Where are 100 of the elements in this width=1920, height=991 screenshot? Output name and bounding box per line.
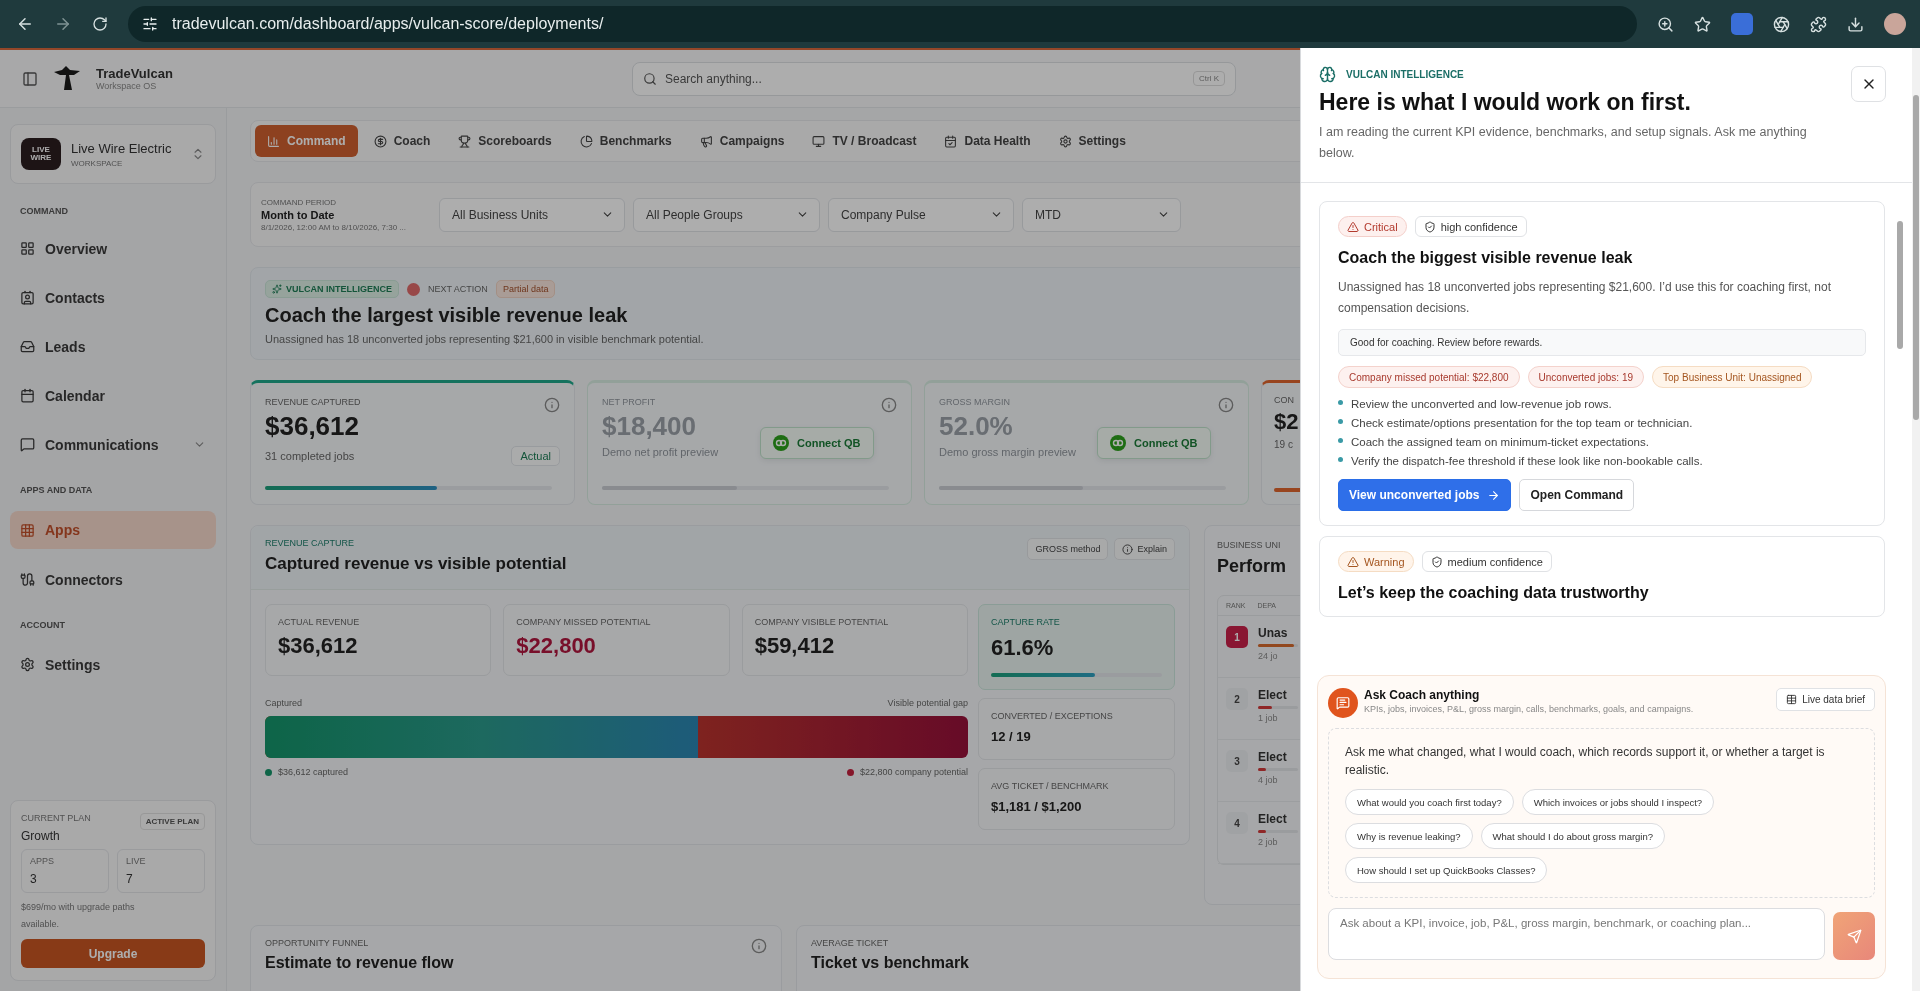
- bar-chart-icon: [267, 134, 280, 148]
- back-icon[interactable]: [16, 15, 34, 33]
- address-bar[interactable]: tradevulcan.com/dashboard/apps/vulcan-score/deployments/: [128, 6, 1637, 42]
- tab[interactable]: Scoreboards: [446, 125, 564, 157]
- scrollbar[interactable]: [1912, 48, 1920, 991]
- panel-eyebrow: BUSINESS UNI: [1217, 540, 1282, 550]
- warning-icon: [1347, 220, 1359, 233]
- download-icon[interactable]: [1847, 15, 1864, 33]
- sidebar-item[interactable]: Calendar: [10, 371, 216, 420]
- extension-icon[interactable]: [1731, 13, 1753, 35]
- card-title: Let’s keep the coaching data trustworthy: [1338, 584, 1650, 602]
- stat-value: 3: [30, 872, 38, 886]
- metric-label: CAPTURE RATE: [991, 617, 1061, 627]
- section-heading: APPS AND DATA: [19, 484, 94, 497]
- info-icon[interactable]: [1218, 397, 1234, 413]
- explain-button[interactable]: Explain: [1114, 538, 1175, 560]
- kpi-subtext: Demo net profit preview: [602, 446, 719, 458]
- evidence-chip: Top Business Unit: Unassigned: [1652, 366, 1813, 388]
- tab[interactable]: Coach: [361, 125, 443, 157]
- coach-subtitle: KPIs, jobs, invoices, P&L, gross margin, calls, benchmarks, goals, and campaigns.: [1364, 704, 1695, 714]
- grid-icon: [20, 522, 35, 538]
- card-eyebrow: AVERAGE TICKET: [811, 938, 890, 948]
- section-heading: ACCOUNT: [19, 619, 66, 632]
- sidebar-item[interactable]: Overview: [10, 224, 216, 273]
- star-icon[interactable]: [1694, 15, 1711, 33]
- tab[interactable]: Settings: [1046, 125, 1138, 157]
- rank-badge: 3: [1226, 750, 1248, 772]
- kpi-value: $2: [1274, 409, 1299, 435]
- bullet-dot: [1338, 399, 1343, 405]
- kpi-value: $18,400: [602, 411, 696, 442]
- period-range: 8/1/2026, 12:00 AM to 8/10/2026, 7:30 ...: [261, 222, 407, 232]
- connect-button[interactable]: Connect QB: [760, 427, 874, 459]
- tab[interactable]: Benchmarks: [567, 125, 684, 157]
- step-text: Review the unconverted and low-revenue job rows.: [1351, 398, 1612, 410]
- suggestion-chip[interactable]: Why is revenue leaking?: [1345, 823, 1473, 849]
- suggestion-chip[interactable]: What should I do about gross margin?: [1480, 823, 1666, 849]
- info-icon[interactable]: [881, 397, 897, 413]
- primary-button[interactable]: View unconverted jobs: [1338, 479, 1512, 511]
- search-field[interactable]: Search anything... Ctrl K: [632, 61, 1236, 96]
- tab[interactable]: Data Health: [932, 125, 1043, 157]
- intelligence-tag: VULCAN INTELLIGENCE: [265, 280, 399, 298]
- drawer-eyebrow: VULCAN INTELLIGENCE: [1346, 69, 1464, 80]
- tab[interactable]: TV / Broadcast: [800, 125, 929, 157]
- suggestion-chip[interactable]: Which invoices or jobs should I inspect?: [1521, 789, 1715, 815]
- upgrade-button[interactable]: Upgrade: [21, 939, 205, 968]
- calendar-icon: [944, 134, 958, 148]
- method-button[interactable]: GROSS method: [1027, 538, 1109, 560]
- coach-prompt: Ask me what changed, what I would coach, which records support it, or whether a target is realistic.: [1345, 744, 1826, 779]
- coin-icon: [373, 134, 387, 148]
- panel-eyebrow: REVENUE CAPTURE: [265, 538, 355, 548]
- bullet-dot: [1338, 437, 1343, 443]
- sidebar-item[interactable]: Communications: [10, 420, 216, 469]
- stat-label: APPS: [30, 856, 55, 866]
- secondary-button[interactable]: Open Command: [1519, 479, 1635, 511]
- connect-button[interactable]: Connect QB: [1097, 427, 1211, 459]
- monitor-icon: [812, 134, 826, 148]
- info-icon[interactable]: [544, 397, 560, 413]
- send-button[interactable]: [1833, 912, 1875, 960]
- reload-icon[interactable]: [92, 16, 108, 32]
- info-icon[interactable]: [751, 938, 767, 954]
- shield-icon: [1430, 555, 1443, 568]
- tab[interactable]: Campaigns: [687, 125, 797, 157]
- kpi-label: REVENUE CAPTURED: [265, 397, 361, 407]
- tab[interactable]: Command: [255, 125, 358, 157]
- table-icon: [1786, 694, 1798, 705]
- filter-select[interactable]: All People Groups: [633, 197, 820, 232]
- filter-select[interactable]: MTD: [1022, 197, 1181, 232]
- live-data-brief-button[interactable]: Live data brief: [1776, 688, 1875, 711]
- workspace-switcher[interactable]: LIVE WIRE Live Wire Electric WORKSPACE: [10, 124, 216, 184]
- forward-icon[interactable]: [54, 15, 72, 33]
- coach-title: Ask Coach anything: [1364, 688, 1481, 702]
- panel-title: Perform: [1217, 556, 1288, 577]
- metric-value: 12 / 19: [991, 729, 1032, 744]
- puzzle-icon[interactable]: [1810, 15, 1827, 33]
- stat-label: ACTUAL REVENUE: [278, 617, 361, 627]
- sidebar-item[interactable]: Settings: [10, 640, 216, 689]
- metric-label: CONVERTED / EXCEPTIONS: [991, 711, 1114, 721]
- unit-name: Elect: [1258, 688, 1288, 702]
- aperture-icon[interactable]: [1773, 15, 1790, 33]
- sidebar-item[interactable]: Leads: [10, 322, 216, 371]
- stat-label: COMPANY MISSED POTENTIAL: [516, 617, 652, 627]
- close-button[interactable]: [1851, 66, 1886, 102]
- settings-icon: [20, 657, 35, 672]
- suggestion-chip[interactable]: What would you coach first today?: [1345, 789, 1514, 815]
- avatar[interactable]: [1884, 13, 1906, 35]
- calendar-icon: [20, 388, 35, 403]
- stat-value: 7: [126, 872, 134, 886]
- suggestion-chip[interactable]: How should I set up QuickBooks Classes?: [1345, 857, 1548, 883]
- legend-item: $22,800 company potential: [846, 767, 968, 777]
- cable-icon: [20, 572, 35, 587]
- zoom-icon[interactable]: [1657, 15, 1674, 33]
- question-field[interactable]: Ask about a KPI, invoice, job, P&L, gross margin, benchmark, or coaching plan...: [1328, 908, 1825, 960]
- site-settings-icon[interactable]: [142, 16, 158, 32]
- sidebar-toggle-icon[interactable]: [22, 70, 38, 87]
- partial-data-tag: Partial data: [495, 280, 556, 298]
- filter-select[interactable]: Company Pulse: [828, 197, 1014, 232]
- sidebar-item[interactable]: Connectors: [10, 555, 216, 604]
- filter-select[interactable]: All Business Units: [439, 197, 625, 232]
- connect-icon: [1110, 435, 1126, 451]
- sidebar-item[interactable]: Contacts: [10, 273, 216, 322]
